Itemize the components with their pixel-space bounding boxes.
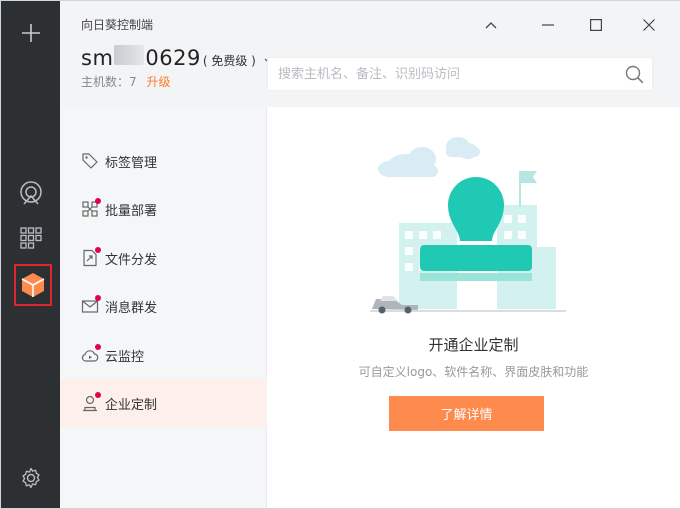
notification-dot bbox=[95, 198, 101, 204]
menu-item-label: 标签管理 bbox=[105, 155, 158, 171]
mail-icon bbox=[81, 295, 101, 315]
notification-dot bbox=[95, 392, 101, 398]
app-title: 向日葵控制端 bbox=[81, 18, 154, 32]
rail-apps-button[interactable] bbox=[1, 216, 60, 260]
settings-button[interactable] bbox=[1, 456, 60, 500]
main-panel: 开通企业定制 可自定义logo、软件名称、界面皮肤和功能 了解详情 bbox=[267, 107, 680, 508]
menu-item-label: 企业定制 bbox=[105, 397, 158, 413]
account-tier: ( 免费级 ) bbox=[202, 54, 256, 68]
menu-item-label: 消息群发 bbox=[105, 300, 158, 316]
search-box bbox=[267, 57, 653, 91]
deploy-icon bbox=[81, 198, 101, 218]
menu-item-tag-management[interactable]: 标签管理 bbox=[60, 137, 267, 185]
learn-more-button[interactable]: 了解详情 bbox=[389, 396, 544, 431]
menu-item-mass-message[interactable]: 消息群发 bbox=[60, 282, 267, 330]
rail-enterprise-button[interactable] bbox=[14, 264, 52, 306]
promo-subtitle: 可自定义logo、软件名称、界面皮肤和功能 bbox=[358, 365, 589, 379]
custom-user-icon bbox=[81, 392, 101, 412]
tag-icon bbox=[81, 152, 99, 170]
host-count: 主机数：7 升级 bbox=[81, 73, 170, 90]
notification-dot bbox=[95, 247, 101, 253]
cube-icon bbox=[21, 273, 45, 297]
menu-item-label: 云监控 bbox=[105, 349, 145, 365]
minimize-icon bbox=[542, 24, 554, 26]
gear-icon bbox=[21, 467, 40, 489]
menu-item-label: 文件分发 bbox=[105, 252, 158, 268]
promo-title: 开通企业定制 bbox=[428, 336, 519, 354]
plus-icon bbox=[21, 24, 40, 42]
account-switcher[interactable]: sm 0629 ( 免费级 ) bbox=[81, 45, 275, 70]
app-window: 向日葵控制端 sm 0629 ( 免费级 ) 主机数：7 升级 搜索主机名、备注… bbox=[0, 0, 680, 509]
close-button[interactable] bbox=[637, 13, 661, 37]
menu-item-enterprise-custom[interactable]: 企业定制 bbox=[60, 379, 267, 427]
grid-icon bbox=[19, 227, 42, 249]
header: 向日葵控制端 sm 0629 ( 免费级 ) 主机数：7 升级 搜索主机名、备注… bbox=[60, 1, 680, 107]
notification-dot bbox=[95, 295, 101, 301]
minimize-button[interactable] bbox=[536, 13, 560, 37]
notification-dot bbox=[95, 344, 101, 350]
menu-item-file-distribution[interactable]: 文件分发 bbox=[60, 234, 267, 282]
add-button[interactable] bbox=[1, 11, 60, 55]
enterprise-custom-illustration bbox=[370, 137, 566, 314]
cloud-icon bbox=[378, 137, 480, 177]
account-name-suffix: 0629 bbox=[145, 46, 201, 70]
account-name-prefix: sm bbox=[81, 46, 114, 70]
menu-item-cloud-monitor[interactable]: 云监控 bbox=[60, 331, 267, 379]
search-icon[interactable] bbox=[625, 65, 644, 84]
cloud-monitor-icon bbox=[81, 344, 101, 364]
upgrade-link[interactable]: 升级 bbox=[146, 75, 170, 89]
host-count-label: 主机数：7 bbox=[81, 75, 137, 89]
left-rail bbox=[1, 1, 60, 508]
remote-icon bbox=[19, 181, 42, 205]
close-icon bbox=[643, 19, 655, 31]
file-share-icon bbox=[81, 247, 101, 267]
maximize-button[interactable] bbox=[584, 13, 608, 37]
rail-remote-button[interactable] bbox=[1, 171, 60, 215]
search-input[interactable] bbox=[278, 58, 608, 90]
account-name-mask bbox=[114, 45, 145, 65]
chevron-up-icon bbox=[485, 22, 497, 29]
menu-item-batch-deploy[interactable]: 批量部署 bbox=[60, 185, 267, 233]
menu-item-label: 批量部署 bbox=[105, 203, 158, 219]
maximize-icon bbox=[590, 19, 602, 31]
collapse-button[interactable] bbox=[479, 13, 503, 37]
enterprise-menu: 标签管理 批量部署 文件分发 消息群发 云监控 企业定制 bbox=[60, 107, 267, 508]
